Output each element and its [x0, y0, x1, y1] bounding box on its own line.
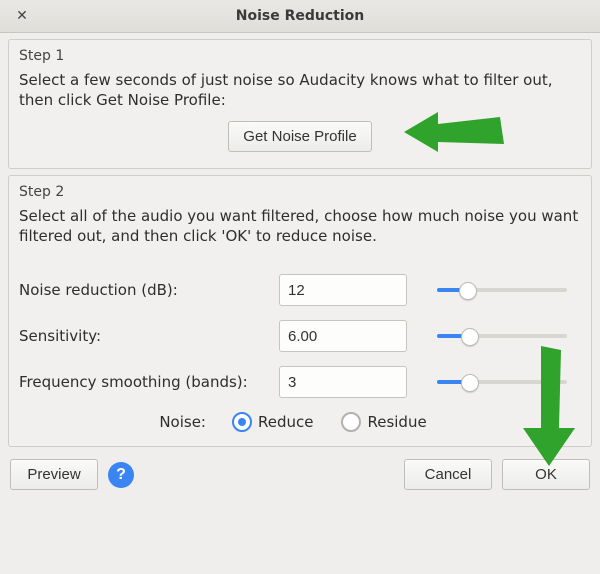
- frequency-smoothing-label: Frequency smoothing (bands):: [19, 373, 279, 391]
- noise-reduction-row: Noise reduction (dB):: [19, 274, 581, 306]
- step2-panel: Step 2 Select all of the audio you want …: [8, 175, 592, 448]
- radio-dot-icon: [232, 412, 252, 432]
- noise-mode-label: Noise:: [159, 413, 206, 431]
- sensitivity-slider[interactable]: [437, 327, 567, 345]
- noise-reduction-input[interactable]: [279, 274, 407, 306]
- sensitivity-input[interactable]: [279, 320, 407, 352]
- noise-mode-row: Noise: Reduce Residue: [19, 412, 581, 432]
- step1-label: Step 1: [19, 48, 581, 64]
- radio-dot-icon: [341, 412, 361, 432]
- window-title: Noise Reduction: [34, 8, 590, 24]
- ok-button[interactable]: OK: [502, 459, 590, 490]
- step1-description: Select a few seconds of just noise so Au…: [19, 70, 581, 111]
- annotation-arrow-icon: [519, 346, 579, 466]
- frequency-smoothing-slider[interactable]: [437, 373, 567, 391]
- noise-reduction-label: Noise reduction (dB):: [19, 281, 279, 299]
- noise-mode-reduce-radio[interactable]: Reduce: [232, 412, 313, 432]
- close-icon[interactable]: ✕: [10, 4, 34, 28]
- help-button[interactable]: ?: [108, 462, 134, 488]
- sensitivity-label: Sensitivity:: [19, 327, 279, 345]
- sensitivity-row: Sensitivity:: [19, 320, 581, 352]
- frequency-smoothing-input[interactable]: [279, 366, 407, 398]
- noise-mode-residue-radio[interactable]: Residue: [341, 412, 426, 432]
- step1-panel: Step 1 Select a few seconds of just nois…: [8, 39, 592, 169]
- preview-button[interactable]: Preview: [10, 459, 98, 490]
- step2-description: Select all of the audio you want filtere…: [19, 206, 581, 247]
- get-noise-profile-button[interactable]: Get Noise Profile: [228, 121, 371, 152]
- noise-reduction-slider[interactable]: [437, 281, 567, 299]
- noise-mode-residue-label: Residue: [367, 413, 426, 431]
- button-bar: Preview ? Cancel OK: [0, 453, 600, 500]
- titlebar: ✕ Noise Reduction: [0, 0, 600, 33]
- frequency-smoothing-row: Frequency smoothing (bands):: [19, 366, 581, 398]
- step2-label: Step 2: [19, 184, 581, 200]
- cancel-button[interactable]: Cancel: [404, 459, 492, 490]
- noise-mode-reduce-label: Reduce: [258, 413, 313, 431]
